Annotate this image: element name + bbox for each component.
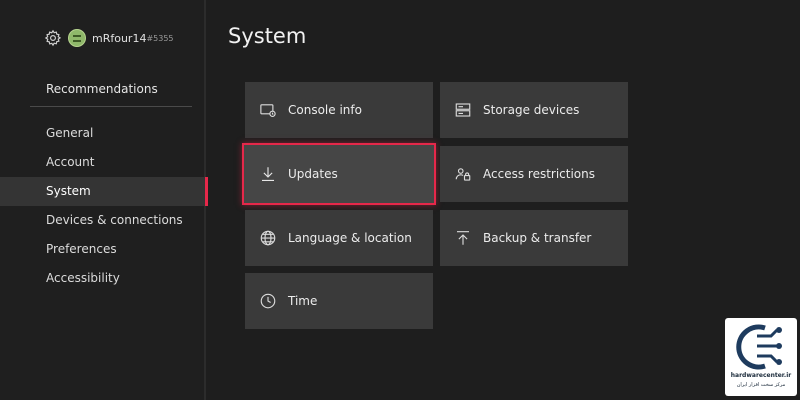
tile-label: Access restrictions [483, 167, 596, 181]
sidebar-item-recommendations[interactable]: Recommendations [46, 82, 158, 96]
tile-console-info[interactable]: Console info [245, 82, 433, 138]
globe-icon [259, 229, 277, 247]
page-title: System [228, 24, 307, 48]
tile-time[interactable]: Time [245, 273, 433, 329]
sidebar-item-accessibility[interactable]: Accessibility [0, 264, 206, 293]
tile-updates[interactable]: Updates [242, 143, 436, 205]
sidebar: mRfour14 #5355 Recommendations General Ac… [0, 0, 208, 400]
download-icon [259, 165, 277, 183]
tile-label: Storage devices [483, 103, 580, 117]
sidebar-divider [30, 106, 192, 107]
console-info-icon [259, 101, 277, 119]
profile[interactable]: mRfour14 #5355 [44, 28, 174, 48]
watermark-subtitle: مرکز سخت افزار ایران [736, 382, 786, 388]
tile-label: Backup & transfer [483, 231, 592, 245]
sidebar-item-system[interactable]: System [0, 177, 208, 206]
sidebar-item-general[interactable]: General [0, 119, 206, 148]
sidebar-item-devices-connections[interactable]: Devices & connections [0, 206, 206, 235]
tile-label: Console info [288, 103, 362, 117]
tile-label: Language & location [288, 231, 412, 245]
access-restrictions-icon [454, 165, 472, 183]
gamertag: mRfour14 [92, 31, 147, 45]
tile-label: Time [288, 294, 318, 308]
tile-storage-devices[interactable]: Storage devices [440, 82, 628, 138]
tile-label: Updates [288, 167, 338, 181]
sidebar-item-preferences[interactable]: Preferences [0, 235, 206, 264]
tile-backup-transfer[interactable]: Backup & transfer [440, 210, 628, 266]
tile-language-location[interactable]: Language & location [245, 210, 433, 266]
clock-icon [259, 292, 277, 310]
sidebar-nav: General Account System Devices & connect… [0, 119, 208, 293]
watermark-site: hardwarecenter.ir [730, 372, 792, 379]
gamertag-suffix: #5355 [146, 33, 174, 43]
watermark-logo: hardwarecenter.ir مرکز سخت افزار ایران [725, 318, 797, 396]
tile-access-restrictions[interactable]: Access restrictions [440, 146, 628, 202]
upload-icon [454, 229, 472, 247]
circuit-logo-icon [736, 324, 782, 370]
gear-icon[interactable] [44, 29, 62, 47]
storage-icon [454, 101, 472, 119]
sidebar-item-account[interactable]: Account [0, 148, 206, 177]
avatar[interactable] [68, 29, 86, 47]
